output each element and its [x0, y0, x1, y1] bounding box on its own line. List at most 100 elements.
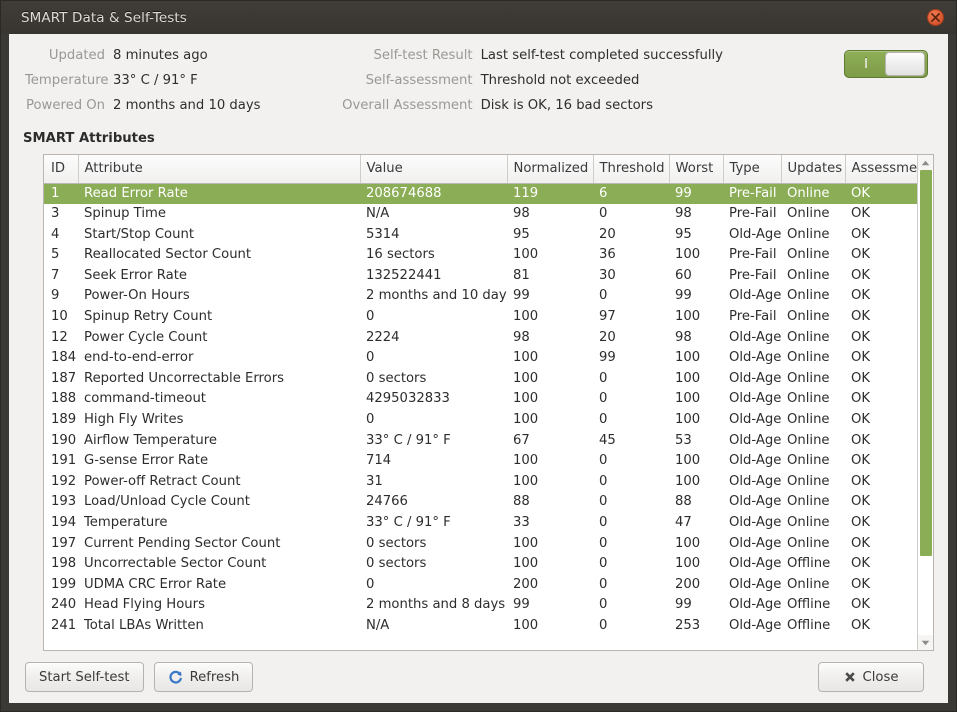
summary-row-temperature: Temperature 33° C / 91° F	[25, 73, 261, 98]
column-header-attribute[interactable]: Attribute	[78, 155, 361, 184]
cell-assessment: OK	[851, 535, 871, 551]
cell-worst: 99	[669, 183, 723, 205]
table-row[interactable]: 198 Uncorrectable Sector Count 0 sectors 10…	[44, 554, 917, 575]
table-row[interactable]: 7 Seek Error Rate 132522441 81 30 60 Pre-Fail O…	[44, 266, 917, 287]
table-row[interactable]: 190 Airflow Temperature 33° C / 91° F 67 45 5…	[44, 431, 917, 452]
cell-assessment: OK	[851, 309, 871, 325]
cell-id: 197	[51, 535, 77, 551]
table-row[interactable]: 240 Head Flying Hours 2 months and 8 days 9…	[44, 595, 917, 616]
cell-assessment: OK	[851, 247, 871, 263]
table-row[interactable]: 188 command-timeout 4295032833 100 0 100 Old-A…	[44, 389, 917, 410]
value-updated: 8 minutes ago	[113, 48, 208, 63]
column-header-threshold[interactable]: Threshold	[593, 155, 670, 184]
table-row[interactable]: 9 Power-On Hours 2 months and 10 days 99 0 99…	[44, 286, 917, 307]
cell-worst: 100	[675, 350, 701, 366]
cell-worst: 98	[675, 206, 692, 222]
cell-attribute: Uncorrectable Sector Count	[84, 556, 267, 572]
cell-value: 0	[366, 350, 375, 366]
cell-worst: 99	[675, 288, 692, 304]
cell-value: 33° C / 91° F	[366, 515, 451, 530]
cell-value: 4295032833	[366, 391, 450, 407]
cell-worst: 100	[675, 535, 701, 551]
cell-type: Old-Age	[729, 453, 781, 469]
cell-updates: Online	[787, 576, 830, 592]
cell-worst: 100	[675, 473, 701, 489]
scrollbar-track[interactable]	[917, 170, 933, 635]
cell-updates: Online	[787, 288, 830, 304]
cell-type: Pre-Fail	[729, 309, 777, 325]
table-row[interactable]: 197 Current Pending Sector Count 0 sectors…	[44, 534, 917, 555]
cell-normalized: 33	[513, 515, 530, 530]
cell-worst: 100	[675, 370, 701, 386]
close-button[interactable]: Close	[818, 662, 924, 692]
table-viewport: ID Attribute Value Normalized Threshold …	[44, 155, 917, 650]
table-header: ID Attribute Value Normalized Threshold …	[44, 155, 917, 184]
table-row[interactable]: 192 Power-off Retract Count 31 100 0 100 Old-A…	[44, 472, 917, 493]
scroll-up-arrow-icon[interactable]	[917, 155, 933, 170]
window-close-icon[interactable]	[927, 9, 944, 26]
cell-type: Old-Age	[729, 515, 781, 530]
cell-attribute: Reallocated Sector Count	[84, 247, 252, 263]
table-row[interactable]: 4 Start/Stop Count 5314 95 20 95 Old-Age Online…	[44, 225, 917, 246]
column-header-type[interactable]: Type	[723, 155, 782, 184]
cell-type: Pre-Fail	[729, 206, 777, 222]
table-row[interactable]: 5 Reallocated Sector Count 16 sectors 100 36…	[44, 245, 917, 266]
cell-assessment: OK	[845, 183, 917, 205]
table-row[interactable]: 199 UDMA CRC Error Rate 0 200 0 200 Old-Age Onl…	[44, 575, 917, 596]
cell-threshold: 0	[599, 206, 608, 222]
cell-normalized: 100	[513, 391, 539, 407]
cell-type: Old-Age	[729, 535, 781, 551]
cell-assessment: OK	[851, 453, 871, 469]
cell-threshold: 0	[599, 494, 608, 510]
cell-id: 10	[51, 309, 68, 325]
cell-assessment: OK	[851, 267, 871, 283]
table-row[interactable]: 184 end-to-end-error 0 100 99 100 Old-Age Onlin…	[44, 348, 917, 369]
column-header-id[interactable]: ID	[44, 155, 79, 184]
toggle-knob[interactable]	[885, 52, 925, 76]
cell-value: N/A	[366, 617, 390, 633]
cell-updates: Offline	[787, 597, 831, 613]
cell-updates: Online	[787, 535, 830, 551]
table-row[interactable]: 191 G-sense Error Rate 714 100 0 100 Old-Age On…	[44, 451, 917, 472]
column-header-updates[interactable]: Updates	[781, 155, 846, 184]
table-vertical-scrollbar[interactable]	[917, 155, 933, 650]
cell-attribute: Power-On Hours	[84, 288, 190, 304]
cell-value: 5314	[366, 226, 400, 242]
scrollbar-thumb[interactable]	[919, 170, 932, 556]
table-row[interactable]: 189 High Fly Writes 0 100 0 100 Old-Age Online O…	[44, 410, 917, 431]
window-titlebar[interactable]: SMART Data & Self-Tests	[1, 1, 956, 34]
cell-attribute: end-to-end-error	[84, 350, 194, 366]
table-row[interactable]: 241 Total LBAs Written N/A 100 0 253 Old-Age Of…	[44, 616, 917, 637]
dialog-footer: Start Self-test Refresh Close	[21, 651, 936, 703]
cell-threshold: 0	[599, 535, 608, 551]
cell-worst: 100	[675, 412, 701, 428]
smart-enabled-toggle[interactable]: I	[844, 50, 928, 78]
start-self-test-button[interactable]: Start Self-test	[25, 662, 144, 692]
close-x-glyph	[931, 13, 940, 22]
cell-id: 191	[51, 453, 77, 469]
cell-threshold: 97	[599, 309, 616, 325]
close-button-label: Close	[862, 669, 899, 685]
column-header-worst[interactable]: Worst	[669, 155, 724, 184]
table-row[interactable]: 193 Load/Unload Cycle Count 24766 88 0 88 Old-…	[44, 492, 917, 513]
table-row[interactable]: 12 Power Cycle Count 2224 98 20 98 Old-Age Onli…	[44, 328, 917, 349]
table-row[interactable]: 10 Spinup Retry Count 0 100 97 100 Pre-Fail Onl…	[44, 307, 917, 328]
cell-worst: 99	[675, 597, 692, 613]
cell-threshold: 0	[599, 288, 608, 304]
cell-worst: 95	[675, 226, 692, 242]
column-header-assessment[interactable]: Assessment	[845, 155, 917, 184]
column-header-normalized[interactable]: Normalized	[507, 155, 594, 184]
table-row[interactable]: 1 Read Error Rate 208674688 119 6 99 Pre-Fail O…	[44, 183, 917, 205]
cell-threshold: 36	[599, 247, 616, 263]
cell-attribute: Airflow Temperature	[84, 432, 217, 448]
cell-normalized: 200	[513, 576, 539, 592]
table-row[interactable]: 3 Spinup Time N/A 98 0 98 Pre-Fail Online OK	[44, 204, 917, 225]
refresh-button[interactable]: Refresh	[153, 662, 254, 692]
scroll-down-arrow-icon[interactable]	[917, 635, 933, 650]
table-row[interactable]: 194 Temperature 33° C / 91° F 33 0 47 Old-Age O…	[44, 513, 917, 534]
value-self-assessment: Threshold not exceeded	[480, 73, 640, 88]
label-updated: Updated	[48, 48, 105, 63]
table-row[interactable]: 187 Reported Uncorrectable Errors 0 sector…	[44, 369, 917, 390]
cell-worst: 200	[675, 576, 701, 592]
column-header-value[interactable]: Value	[360, 155, 508, 184]
